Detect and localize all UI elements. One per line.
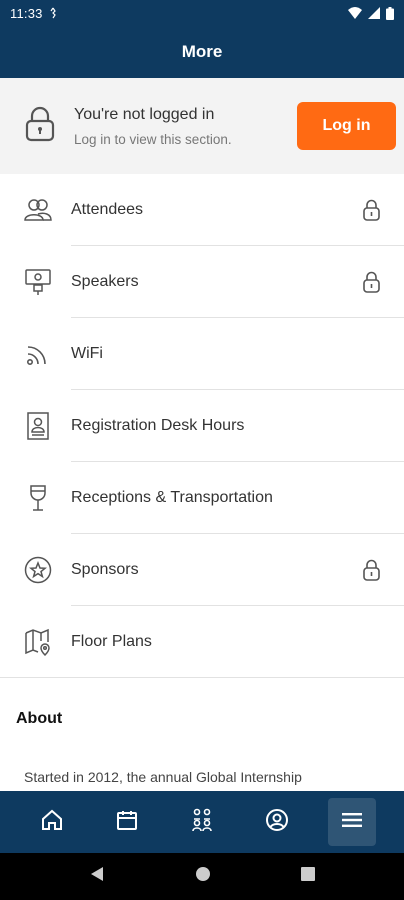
profile-icon bbox=[265, 808, 289, 837]
divider bbox=[0, 677, 404, 678]
about-heading: About bbox=[16, 710, 63, 727]
menu-item-wifi[interactable]: WiFi bbox=[0, 318, 404, 390]
people-icon bbox=[189, 807, 215, 838]
lock-icon bbox=[25, 106, 55, 147]
page-title: More bbox=[181, 42, 223, 61]
lock-icon bbox=[363, 271, 380, 293]
wine-glass-icon bbox=[24, 484, 52, 512]
lock-icon bbox=[363, 199, 380, 221]
menu-item-label: Speakers bbox=[71, 273, 139, 290]
menu-item-sponsors[interactable]: Sponsors bbox=[0, 534, 404, 606]
map-icon bbox=[24, 628, 52, 656]
bottom-nav bbox=[0, 791, 404, 853]
recents-icon[interactable] bbox=[301, 867, 315, 886]
nav-schedule[interactable] bbox=[103, 798, 151, 846]
nav-more[interactable] bbox=[328, 798, 377, 846]
attendees-icon bbox=[24, 196, 52, 224]
menu-item-label: Sponsors bbox=[71, 561, 139, 578]
star-icon bbox=[24, 556, 52, 584]
system-nav-bar bbox=[0, 853, 404, 900]
back-icon[interactable] bbox=[89, 866, 105, 887]
menu-item-floor-plans[interactable]: Floor Plans bbox=[0, 606, 404, 678]
login-card: You're not logged in Log in to view this… bbox=[0, 78, 404, 174]
about-text: Started in 2012, the annual Global Inter… bbox=[24, 769, 302, 785]
menu-item-label: Registration Desk Hours bbox=[71, 417, 245, 434]
lock-icon bbox=[363, 559, 380, 581]
home-circle-icon[interactable] bbox=[195, 866, 211, 887]
wifi-icon bbox=[24, 340, 52, 368]
status-time: 11:33 bbox=[10, 5, 43, 21]
menu-list: Attendees Speakers WiFi Registration Des… bbox=[0, 174, 404, 678]
menu-item-label: Receptions & Transportation bbox=[71, 489, 273, 506]
status-bar: 11:33 bbox=[0, 0, 404, 26]
wifi-signal-icon bbox=[348, 7, 362, 19]
menu-icon bbox=[342, 812, 363, 833]
cell-signal-icon bbox=[368, 7, 380, 19]
calendar-icon bbox=[115, 808, 139, 837]
nav-attendees[interactable] bbox=[178, 798, 226, 846]
badge-icon bbox=[24, 412, 52, 440]
menu-item-label: Attendees bbox=[71, 201, 144, 218]
login-title: You're not logged in bbox=[74, 105, 215, 123]
nav-home[interactable] bbox=[28, 798, 76, 846]
menu-item-receptions-transportation[interactable]: Receptions & Transportation bbox=[0, 462, 404, 534]
login-button[interactable]: Log in bbox=[297, 102, 396, 150]
menu-item-speakers[interactable]: Speakers bbox=[0, 246, 404, 318]
battery-icon bbox=[386, 6, 394, 20]
menu-item-label: WiFi bbox=[71, 345, 103, 362]
menu-item-attendees[interactable]: Attendees bbox=[0, 174, 404, 246]
menu-item-registration-desk-hours[interactable]: Registration Desk Hours bbox=[0, 390, 404, 462]
app-bar: More bbox=[0, 26, 404, 78]
speaker-icon bbox=[24, 268, 52, 296]
nav-profile[interactable] bbox=[253, 798, 301, 846]
home-icon bbox=[40, 808, 64, 837]
notification-icon bbox=[49, 7, 57, 19]
menu-item-label: Floor Plans bbox=[71, 633, 152, 650]
login-subtitle: Log in to view this section. bbox=[74, 131, 232, 147]
